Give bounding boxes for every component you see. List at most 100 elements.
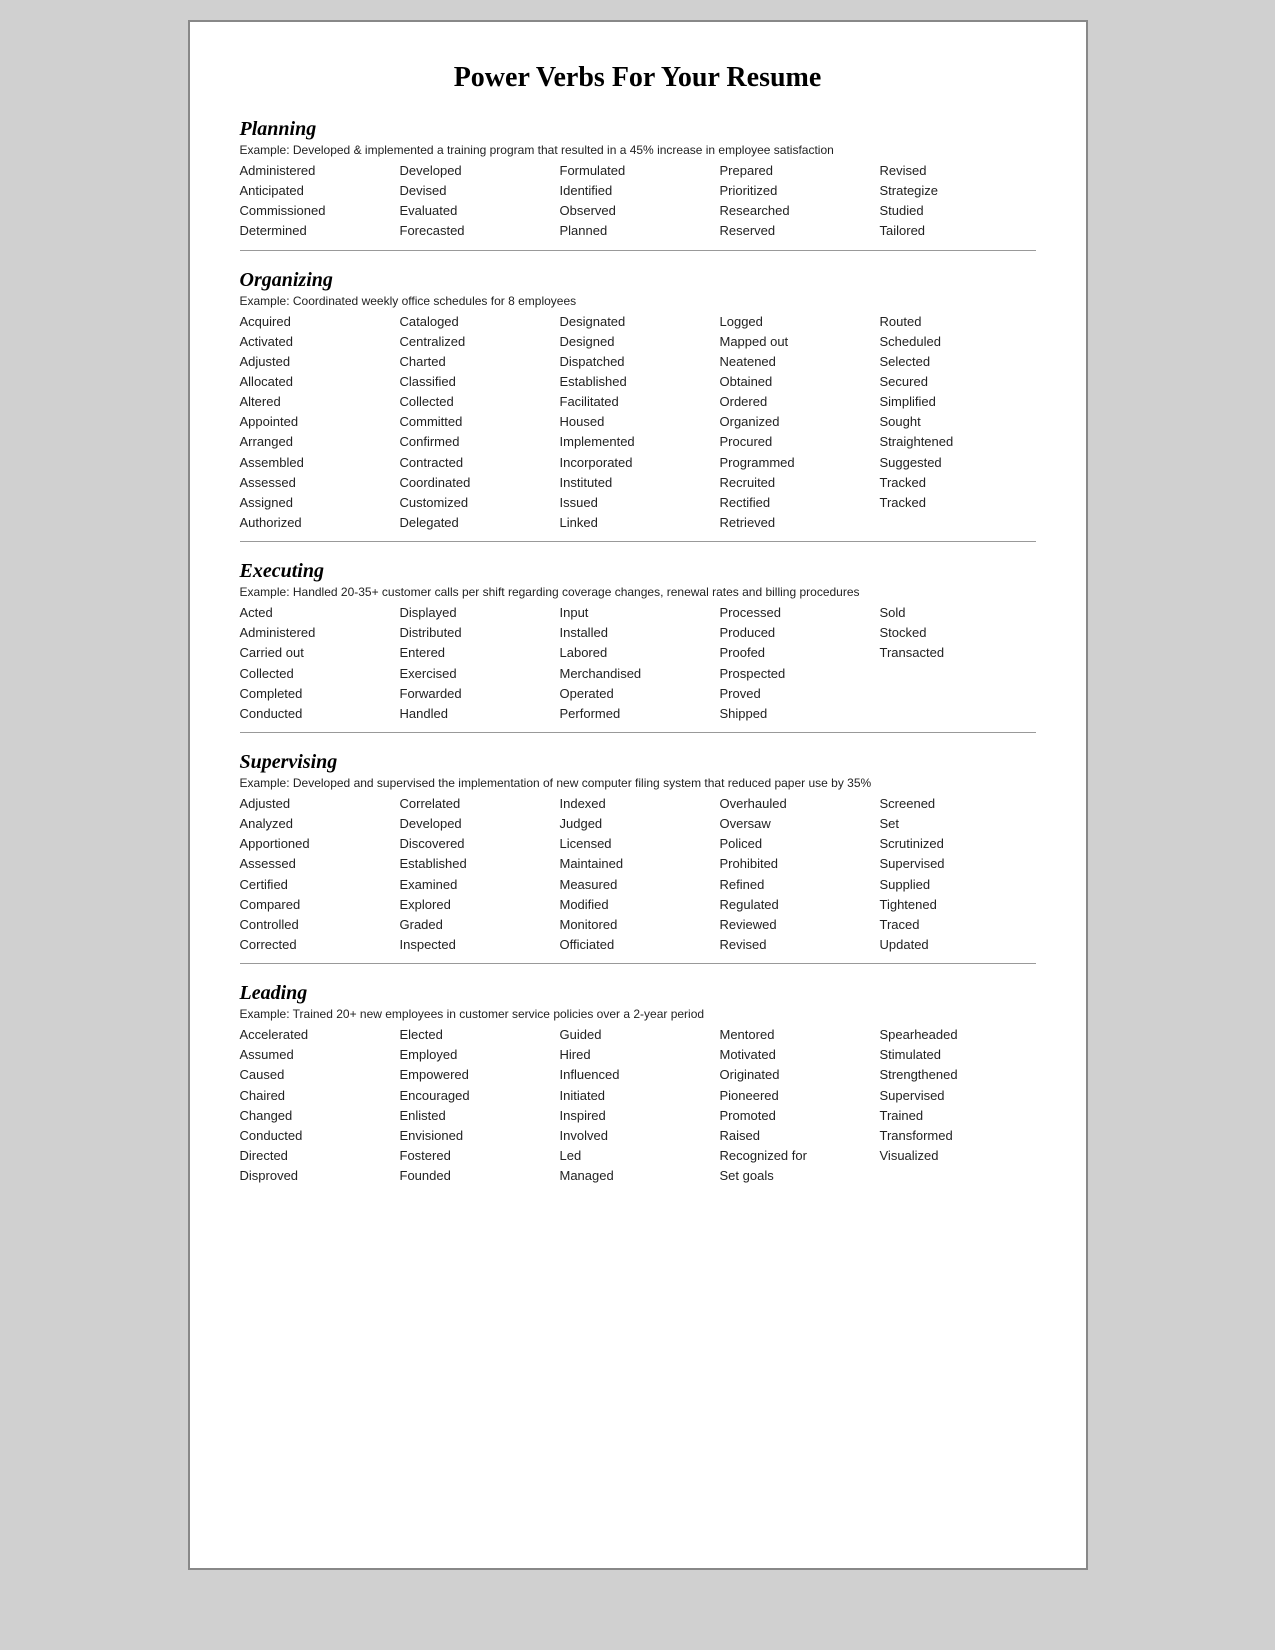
verb-cell: Housed: [560, 412, 716, 432]
verb-cell: Conducted: [240, 1126, 396, 1146]
verb-cell: Linked: [560, 513, 716, 533]
verb-cell: Collected: [240, 664, 396, 684]
section-divider: [240, 732, 1036, 733]
verb-cell: Obtained: [720, 372, 876, 392]
verb-cell: Mentored: [720, 1025, 876, 1045]
verb-cell: Acquired: [240, 312, 396, 332]
verb-cell: Encouraged: [400, 1086, 556, 1106]
section-title-organizing: Organizing: [240, 269, 1036, 292]
verb-cell: Administered: [240, 623, 396, 643]
verb-cell: Stocked: [880, 623, 1036, 643]
verb-cell: Shipped: [720, 704, 876, 724]
verb-cell: Transformed: [880, 1126, 1036, 1146]
verb-cell: Centralized: [400, 332, 556, 352]
verbs-grid-organizing: AcquiredCatalogedDesignatedLoggedRoutedA…: [240, 312, 1036, 534]
verb-cell: Classified: [400, 372, 556, 392]
verb-cell: Tracked: [880, 493, 1036, 513]
section-planning: PlanningExample: Developed & implemented…: [240, 118, 1036, 251]
verb-cell: Influenced: [560, 1065, 716, 1085]
verb-cell: Strategize: [880, 181, 1036, 201]
verb-cell: Distributed: [400, 623, 556, 643]
verb-cell: Rectified: [720, 493, 876, 513]
verb-cell: Caused: [240, 1065, 396, 1085]
section-example-organizing: Example: Coordinated weekly office sched…: [240, 294, 1036, 308]
verb-cell: Procured: [720, 432, 876, 452]
verb-cell: Administered: [240, 161, 396, 181]
verbs-grid-leading: AcceleratedElectedGuidedMentoredSpearhea…: [240, 1025, 1036, 1186]
verb-cell: Disproved: [240, 1166, 396, 1186]
verb-cell: Revised: [720, 935, 876, 955]
page-title: Power Verbs For Your Resume: [240, 62, 1036, 94]
section-divider: [240, 250, 1036, 251]
verbs-grid-planning: AdministeredDevelopedFormulatedPreparedR…: [240, 161, 1036, 242]
section-title-planning: Planning: [240, 118, 1036, 141]
verb-cell: Prohibited: [720, 854, 876, 874]
verb-cell: Produced: [720, 623, 876, 643]
section-leading: LeadingExample: Trained 20+ new employee…: [240, 982, 1036, 1186]
verb-cell: Performed: [560, 704, 716, 724]
verb-cell: Organized: [720, 412, 876, 432]
section-example-leading: Example: Trained 20+ new employees in cu…: [240, 1007, 1036, 1021]
verb-cell: Completed: [240, 684, 396, 704]
verb-cell: Officiated: [560, 935, 716, 955]
verb-cell: Assembled: [240, 453, 396, 473]
verb-cell: Screened: [880, 794, 1036, 814]
verb-cell: Operated: [560, 684, 716, 704]
verb-cell: Assessed: [240, 473, 396, 493]
verb-cell: [880, 704, 1036, 724]
verb-cell: Studied: [880, 201, 1036, 221]
verb-cell: Refined: [720, 875, 876, 895]
verb-cell: Delegated: [400, 513, 556, 533]
verb-cell: Updated: [880, 935, 1036, 955]
section-example-supervising: Example: Developed and supervised the im…: [240, 776, 1036, 790]
page: Power Verbs For Your Resume PlanningExam…: [188, 20, 1088, 1570]
verbs-grid-supervising: AdjustedCorrelatedIndexedOverhauledScree…: [240, 794, 1036, 955]
verb-cell: Apportioned: [240, 834, 396, 854]
verb-cell: Explored: [400, 895, 556, 915]
section-executing: ExecutingExample: Handled 20-35+ custome…: [240, 560, 1036, 733]
verb-cell: Commissioned: [240, 201, 396, 221]
verb-cell: Supervised: [880, 854, 1036, 874]
verb-cell: Anticipated: [240, 181, 396, 201]
verb-cell: Hired: [560, 1045, 716, 1065]
verb-cell: Suggested: [880, 453, 1036, 473]
verb-cell: Facilitated: [560, 392, 716, 412]
verb-cell: Designed: [560, 332, 716, 352]
verb-cell: Acted: [240, 603, 396, 623]
verb-cell: Dispatched: [560, 352, 716, 372]
verb-cell: Issued: [560, 493, 716, 513]
section-organizing: Organizing Example: Coordinated weekly of…: [240, 269, 1036, 543]
verb-cell: Analyzed: [240, 814, 396, 834]
verb-cell: Established: [400, 854, 556, 874]
verb-cell: Forwarded: [400, 684, 556, 704]
verb-cell: Raised: [720, 1126, 876, 1146]
verb-cell: Carried out: [240, 643, 396, 663]
verb-cell: Indexed: [560, 794, 716, 814]
verb-cell: Customized: [400, 493, 556, 513]
verb-cell: Reviewed: [720, 915, 876, 935]
verb-cell: Graded: [400, 915, 556, 935]
verb-cell: Adjusted: [240, 794, 396, 814]
verb-cell: Inspired: [560, 1106, 716, 1126]
verb-cell: [880, 513, 1036, 533]
verb-cell: Promoted: [720, 1106, 876, 1126]
verb-cell: Enlisted: [400, 1106, 556, 1126]
verb-cell: Spearheaded: [880, 1025, 1036, 1045]
verb-cell: Scheduled: [880, 332, 1036, 352]
verb-cell: Supplied: [880, 875, 1036, 895]
verb-cell: Ordered: [720, 392, 876, 412]
verb-cell: Initiated: [560, 1086, 716, 1106]
verb-cell: Prioritized: [720, 181, 876, 201]
verb-cell: Supervised: [880, 1086, 1036, 1106]
verb-cell: Incorporated: [560, 453, 716, 473]
verb-cell: Visualized: [880, 1146, 1036, 1166]
verb-cell: Charted: [400, 352, 556, 372]
verb-cell: Instituted: [560, 473, 716, 493]
verb-cell: Exercised: [400, 664, 556, 684]
verb-cell: Strengthened: [880, 1065, 1036, 1085]
verb-cell: Committed: [400, 412, 556, 432]
verb-cell: Transacted: [880, 643, 1036, 663]
verb-cell: Designated: [560, 312, 716, 332]
verb-cell: Examined: [400, 875, 556, 895]
verb-cell: Directed: [240, 1146, 396, 1166]
